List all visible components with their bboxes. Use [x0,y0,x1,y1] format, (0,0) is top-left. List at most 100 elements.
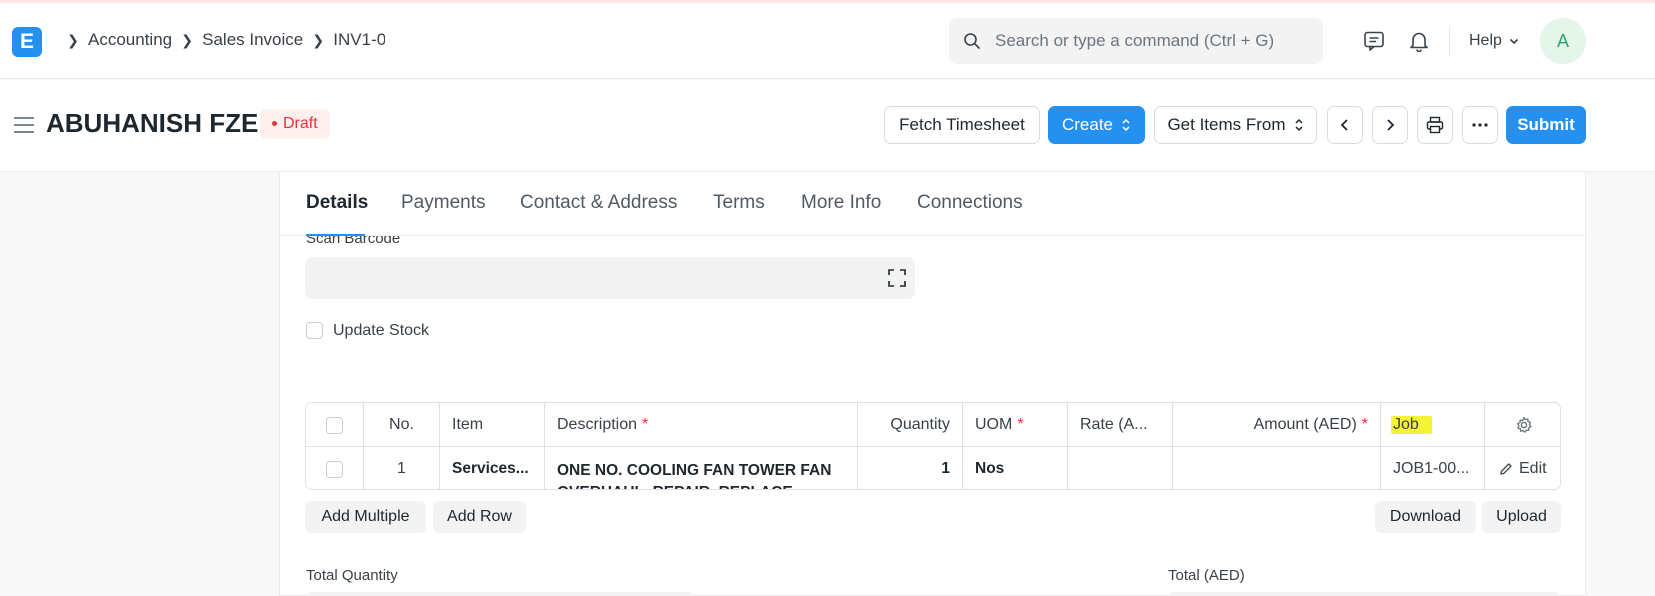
upload-label: Upload [1496,508,1547,525]
row-uom[interactable]: Nos [963,447,1068,489]
download-button[interactable]: Download [1375,501,1476,533]
col-description: Description * [545,403,858,447]
add-multiple-button[interactable]: Add Multiple [305,501,426,533]
sort-icon [1122,118,1130,132]
total-field [1167,592,1561,596]
row-description-line1: ONE NO. COOLING FAN TOWER FAN [557,462,832,479]
form-card: Details Payments Contact & Address Terms… [279,172,1586,596]
search-bar[interactable]: Search or type a command (Ctrl + G) [949,18,1323,64]
printer-icon [1426,116,1444,134]
row-description[interactable]: ONE NO. COOLING FAN TOWER FAN OVERHAUL, … [545,447,858,489]
add-multiple-label: Add Multiple [321,508,410,525]
tab-details[interactable]: Details [306,192,368,214]
items-table: No. Item Description * Quantity UOM * Rate… [305,402,1561,490]
help-dropdown[interactable]: Help [1469,32,1520,50]
status-badge: Draft [260,109,330,139]
tab-more-info[interactable]: More Info [801,192,881,214]
col-job-label: Job [1391,416,1432,434]
breadcrumb: ❯ Accounting ❯ Sales Invoice ❯ INV1-0 [58,30,385,50]
row-no: 1 [364,447,440,489]
row-amount[interactable] [1173,447,1381,489]
col-amount: Amount (AED) * [1173,403,1381,447]
tab-terms[interactable]: Terms [713,192,765,214]
col-uom-label: UOM [975,416,1013,433]
update-stock-checkbox[interactable] [306,322,323,339]
page-title: ABUHANISH FZE [46,108,259,138]
col-rate: Rate (A... [1068,403,1173,447]
col-uom: UOM * [963,403,1068,447]
row-select-cell [306,447,364,489]
select-all-checkbox[interactable] [326,416,343,434]
help-label: Help [1469,32,1502,49]
status-dot-icon [272,121,277,127]
col-quantity: Quantity [858,403,963,447]
gear-icon[interactable] [1515,416,1533,434]
get-items-from-label: Get Items From [1167,115,1286,134]
pencil-icon [1500,463,1512,475]
chevron-down-icon [1509,38,1518,45]
total-quantity-label: Total Quantity [306,567,398,584]
print-button[interactable] [1417,106,1453,144]
scan-icon[interactable] [888,269,906,287]
required-icon: * [1017,416,1024,433]
col-no: No. [364,403,440,447]
table-row[interactable]: 1 Services... ONE NO. COOLING FAN TOWER … [306,447,1560,489]
avatar[interactable]: A [1540,18,1586,64]
form-tabs: Details Payments Contact & Address Terms… [280,172,1585,236]
sort-icon [1295,118,1303,132]
active-tab-indicator [306,234,365,236]
chevron-left-icon [1340,119,1348,131]
tab-payments[interactable]: Payments [401,192,485,214]
chevron-right-icon [1387,119,1395,131]
select-all-cell [306,403,364,447]
create-button[interactable]: Create [1048,106,1145,144]
add-row-label: Add Row [447,508,512,525]
col-item: Item [440,403,545,447]
sidebar-toggle-icon[interactable] [13,116,35,134]
status-label: Draft [283,115,318,132]
upload-button[interactable]: Upload [1482,501,1561,533]
breadcrumb-accounting[interactable]: Accounting [88,30,172,50]
row-rate[interactable] [1068,447,1173,489]
row-quantity[interactable]: 1 [858,447,963,489]
col-description-label: Description [557,416,638,433]
col-job: Job [1381,403,1485,447]
app-logo[interactable]: E [12,27,42,57]
fetch-timesheet-label: Fetch Timesheet [899,115,1025,134]
add-row-button[interactable]: Add Row [433,501,526,533]
get-items-from-button[interactable]: Get Items From [1154,106,1317,144]
breadcrumb-invoice-id[interactable]: INV1-0 [333,30,385,50]
page-head: ABUHANISH FZE Draft Fetch Timesheet Crea… [0,80,1655,172]
navbar-divider [1449,27,1450,57]
more-actions-button[interactable] [1462,106,1498,144]
more-icon [1472,123,1488,127]
scan-barcode-input[interactable] [305,257,915,299]
col-amount-label: Amount (AED) [1253,416,1357,433]
submit-button[interactable]: Submit [1506,106,1586,144]
column-settings-cell [1485,403,1560,447]
row-job[interactable]: JOB1-00... [1381,447,1485,489]
row-description-line2: OVERHAUL, REPAIR, REPLACE [557,482,857,489]
row-item[interactable]: Services... [440,447,545,489]
create-label: Create [1061,115,1114,134]
search-placeholder: Search or type a command (Ctrl + G) [995,31,1275,50]
row-checkbox[interactable] [326,460,343,478]
required-icon: * [642,416,649,433]
chat-icon[interactable] [1363,30,1385,52]
bell-icon[interactable] [1408,30,1430,52]
tab-connections[interactable]: Connections [917,192,1023,214]
row-edit-button[interactable]: Edit [1485,447,1560,489]
download-label: Download [1389,508,1462,525]
search-icon [964,33,980,49]
tab-contact-address[interactable]: Contact & Address [520,192,677,214]
chevron-right-icon: ❯ [67,31,79,48]
total-quantity-field [305,592,695,596]
chevron-right-icon: ❯ [312,31,325,48]
total-label: Total (AED) [1168,567,1245,584]
fetch-timesheet-button[interactable]: Fetch Timesheet [884,106,1040,144]
edit-label: Edit [1519,460,1547,477]
next-doc-button[interactable] [1372,106,1408,144]
breadcrumb-sales-invoice[interactable]: Sales Invoice [202,30,303,50]
navbar: E ❯ Accounting ❯ Sales Invoice ❯ INV1-0 … [0,3,1655,79]
previous-doc-button[interactable] [1327,106,1363,144]
